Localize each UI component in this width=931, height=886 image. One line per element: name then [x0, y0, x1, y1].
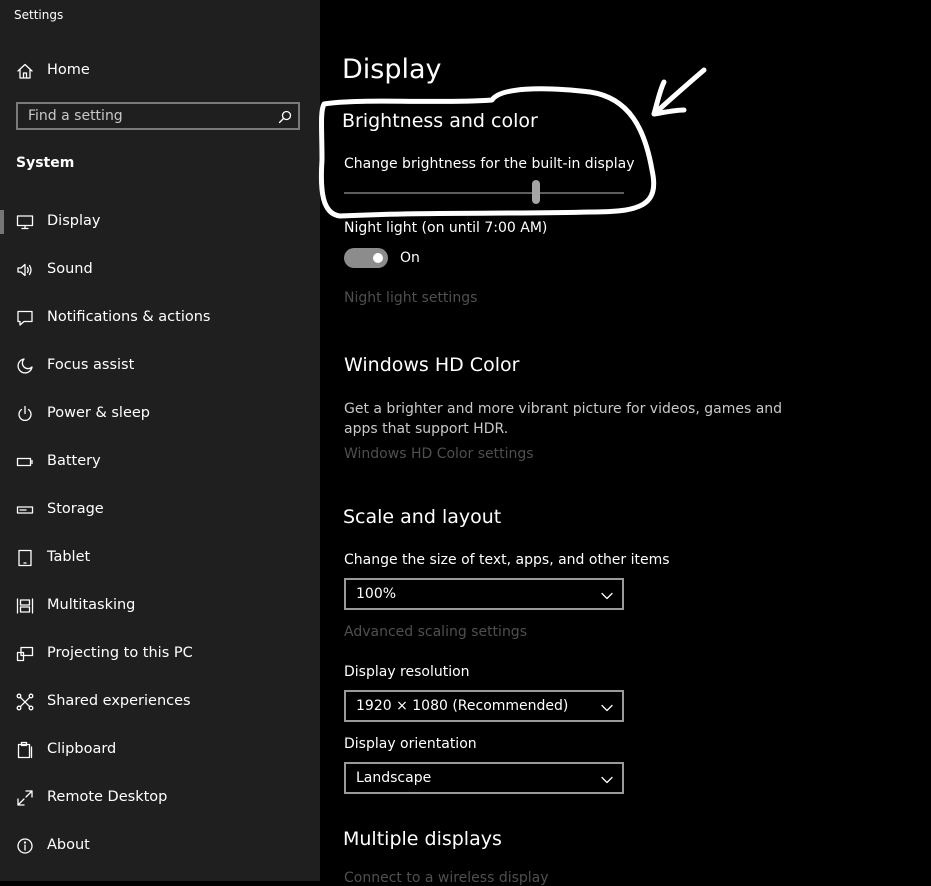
slider-track[interactable] — [344, 192, 624, 194]
sidebar-item-label: Shared experiences — [47, 693, 191, 709]
monitor-icon — [16, 213, 34, 231]
dropdown-value: 100% — [356, 586, 397, 602]
sidebar-item-clipboard[interactable]: Clipboard — [0, 726, 320, 774]
sidebar-item-label: About — [47, 837, 90, 853]
power-icon — [16, 405, 34, 423]
window-title: Settings — [14, 8, 64, 22]
sidebar-item-power-sleep[interactable]: Power & sleep — [0, 390, 320, 438]
search-icon[interactable] — [278, 109, 292, 124]
sidebar-item-label: Projecting to this PC — [47, 645, 193, 661]
sidebar-item-about[interactable]: About — [0, 822, 320, 870]
search-input[interactable] — [18, 104, 278, 128]
brightness-slider-label: Change brightness for the built-in displ… — [344, 156, 635, 172]
sidebar-item-shared-experiences[interactable]: Shared experiences — [0, 678, 320, 726]
projecting-icon — [16, 645, 34, 663]
sidebar-item-label: Tablet — [47, 549, 91, 565]
scale-size-label: Change the size of text, apps, and other… — [344, 552, 670, 568]
home-icon — [16, 62, 34, 80]
resolution-dropdown[interactable]: 1920 × 1080 (Recommended) — [344, 690, 624, 722]
sidebar-item-label: Sound — [47, 261, 93, 277]
chevron-down-icon — [600, 588, 614, 602]
battery-icon — [16, 453, 34, 471]
chevron-down-icon — [600, 700, 614, 714]
sidebar-item-projecting[interactable]: Projecting to this PC — [0, 630, 320, 678]
multiple-displays-heading: Multiple displays — [343, 828, 502, 850]
sidebar-item-label: Power & sleep — [47, 405, 150, 421]
advanced-scaling-link[interactable]: Advanced scaling settings — [344, 624, 527, 640]
search-box[interactable] — [16, 102, 300, 130]
dropdown-value: Landscape — [356, 770, 432, 786]
sidebar-item-label: Battery — [47, 453, 101, 469]
night-light-state: On — [400, 250, 420, 266]
sidebar-item-remote-desktop[interactable]: Remote Desktop — [0, 774, 320, 822]
sidebar-item-multitasking[interactable]: Multitasking — [0, 582, 320, 630]
notification-icon — [16, 309, 34, 327]
connect-wireless-display-link[interactable]: Connect to a wireless display — [344, 870, 549, 886]
sidebar-item-label: Focus assist — [47, 357, 135, 373]
sidebar-item-battery[interactable]: Battery — [0, 438, 320, 486]
multitasking-icon — [16, 597, 34, 615]
scale-layout-heading: Scale and layout — [343, 506, 502, 528]
sidebar-item-label: Display — [47, 213, 101, 229]
sidebar-item-display[interactable]: Display — [0, 198, 320, 246]
sidebar-item-label: Storage — [47, 501, 104, 517]
page-title: Display — [342, 54, 442, 85]
moon-icon — [16, 357, 34, 375]
speaker-icon — [16, 261, 34, 279]
sidebar-item-storage[interactable]: Storage — [0, 486, 320, 534]
remote-desktop-icon — [16, 789, 34, 807]
sidebar-nav: Display Sound Notifications & actions Fo… — [0, 198, 320, 870]
sidebar-item-notifications[interactable]: Notifications & actions — [0, 294, 320, 342]
storage-icon — [16, 501, 34, 519]
sidebar: Settings Home System Display Sound — [0, 0, 320, 881]
hd-color-description: Get a brighter and more vibrant picture … — [344, 401, 783, 437]
sidebar-item-label: Multitasking — [47, 597, 136, 613]
orientation-label: Display orientation — [344, 736, 477, 752]
dropdown-value: 1920 × 1080 (Recommended) — [356, 698, 569, 714]
hd-color-heading: Windows HD Color — [344, 354, 520, 376]
sidebar-item-label: Clipboard — [47, 741, 117, 757]
clipboard-icon — [16, 741, 34, 759]
brightness-heading: Brightness and color — [342, 110, 538, 132]
toggle-knob — [373, 253, 383, 263]
brightness-slider[interactable] — [344, 180, 624, 206]
sidebar-item-tablet[interactable]: Tablet — [0, 534, 320, 582]
sidebar-item-sound[interactable]: Sound — [0, 246, 320, 294]
hd-color-settings-link[interactable]: Windows HD Color settings — [344, 446, 534, 462]
main-content: Display Brightness and color Change brig… — [320, 0, 931, 886]
sidebar-item-label: Notifications & actions — [47, 309, 211, 325]
sidebar-item-label: Remote Desktop — [47, 789, 168, 805]
slider-thumb[interactable] — [532, 180, 540, 204]
scale-size-dropdown[interactable]: 100% — [344, 578, 624, 610]
sidebar-item-focus-assist[interactable]: Focus assist — [0, 342, 320, 390]
info-icon — [16, 837, 34, 855]
chevron-down-icon — [600, 772, 614, 786]
night-light-settings-link[interactable]: Night light settings — [344, 290, 477, 306]
sidebar-item-label: Home — [47, 62, 90, 78]
sidebar-section-title: System — [16, 155, 75, 171]
tablet-icon — [16, 549, 34, 567]
night-light-label: Night light (on until 7:00 AM) — [344, 220, 548, 236]
shared-icon — [16, 693, 34, 711]
resolution-label: Display resolution — [344, 664, 470, 680]
sidebar-item-home[interactable]: Home — [0, 54, 320, 88]
night-light-toggle[interactable] — [344, 248, 388, 268]
orientation-dropdown[interactable]: Landscape — [344, 762, 624, 794]
